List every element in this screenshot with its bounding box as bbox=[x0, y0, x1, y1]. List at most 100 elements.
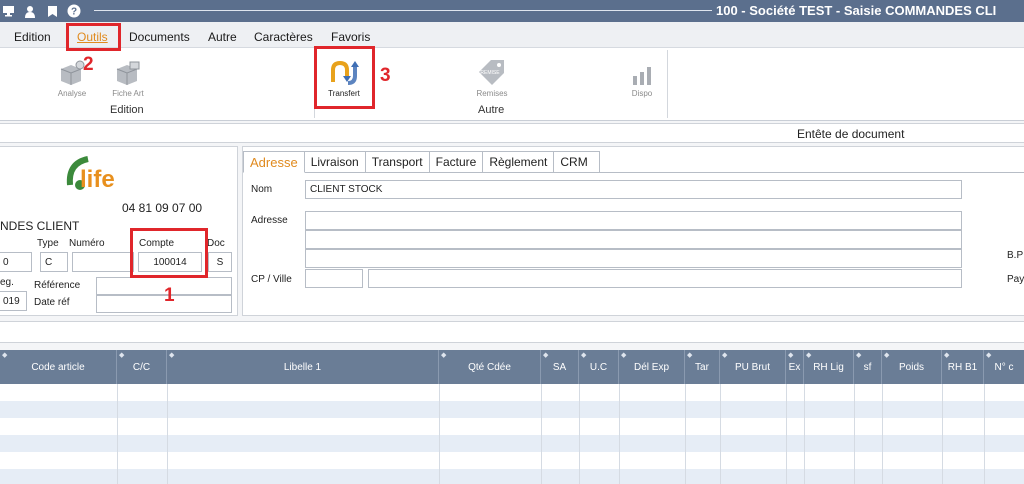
table-row[interactable] bbox=[0, 384, 1024, 401]
numero-label: Numéro bbox=[69, 238, 105, 249]
table-row[interactable] bbox=[0, 418, 1024, 435]
help-icon[interactable]: ? bbox=[66, 3, 82, 19]
field-first[interactable]: 0 bbox=[0, 252, 32, 272]
monitor-icon[interactable] bbox=[0, 3, 16, 19]
tag-icon: REMISE bbox=[476, 56, 508, 86]
type-field[interactable]: C bbox=[40, 252, 68, 272]
adresse-line-3[interactable] bbox=[305, 249, 962, 268]
sort-icon: ◆ bbox=[543, 352, 549, 359]
col-tar[interactable]: ◆ Tar bbox=[685, 350, 720, 384]
sort-icon: ◆ bbox=[621, 352, 627, 359]
tab-crm[interactable]: CRM bbox=[554, 151, 601, 173]
tab-reglement[interactable]: Règlement bbox=[483, 151, 555, 173]
adresse-line-2[interactable] bbox=[305, 230, 962, 249]
svg-text:REMISE: REMISE bbox=[480, 70, 500, 76]
col-numero[interactable]: ◆ N° c bbox=[984, 350, 1024, 384]
ville-field[interactable] bbox=[368, 269, 962, 288]
dispo-button[interactable]: Dispo bbox=[610, 56, 674, 98]
table-row[interactable] bbox=[0, 452, 1024, 469]
transfert-label: Transfert bbox=[328, 89, 360, 98]
document-header-title: Entête de document bbox=[797, 127, 905, 141]
address-panel: Adresse Livraison Transport Facture Règl… bbox=[242, 146, 1024, 316]
nom-field[interactable]: CLIENT STOCK bbox=[305, 180, 962, 199]
company-phone: 04 81 09 07 00 bbox=[122, 201, 203, 215]
title-bar: ? 100 - Société TEST - Saisie COMMANDES … bbox=[0, 0, 1024, 22]
table-row[interactable] bbox=[0, 401, 1024, 418]
col-cc[interactable]: ◆ C/C bbox=[117, 350, 167, 384]
sort-icon: ◆ bbox=[2, 352, 8, 359]
col-rh-lig[interactable]: ◆ RH Lig bbox=[804, 350, 854, 384]
bp-label: B.P bbox=[1007, 250, 1024, 261]
fiche-art-button[interactable]: Fiche Art bbox=[96, 56, 160, 98]
group-edition-label: Edition bbox=[110, 104, 144, 116]
doc-field[interactable]: S bbox=[208, 252, 232, 272]
col-label: RH B1 bbox=[947, 361, 978, 373]
sort-icon: ◆ bbox=[581, 352, 587, 359]
col-sf[interactable]: ◆ sf bbox=[854, 350, 882, 384]
cp-field[interactable] bbox=[305, 269, 363, 288]
group-autre-label: Autre bbox=[478, 104, 505, 116]
tab-livraison[interactable]: Livraison bbox=[304, 151, 366, 173]
menu-favoris[interactable]: Favoris bbox=[331, 30, 370, 44]
col-label: Tar bbox=[695, 361, 709, 373]
logo-text: life bbox=[80, 166, 115, 193]
sort-icon: ◆ bbox=[788, 352, 794, 359]
annotation-number-1: 1 bbox=[164, 285, 175, 306]
grid-column-divider bbox=[804, 384, 805, 484]
tab-facture[interactable]: Facture bbox=[429, 151, 484, 173]
col-rh-b1[interactable]: ◆ RH B1 bbox=[942, 350, 984, 384]
sort-icon: ◆ bbox=[884, 352, 890, 359]
analyse-button[interactable]: Analyse bbox=[40, 56, 104, 98]
col-qte-cdee[interactable]: ◆ Qté Cdée bbox=[439, 350, 541, 384]
col-libelle[interactable]: ◆ Libelle 1 bbox=[167, 350, 439, 384]
col-label: U.C bbox=[589, 361, 608, 373]
bar-chart-icon bbox=[626, 56, 658, 86]
tab-adresse[interactable]: Adresse bbox=[243, 151, 305, 173]
compte-field[interactable]: 100014 bbox=[138, 252, 202, 272]
document-type-title: NDES CLIENT bbox=[0, 219, 80, 233]
menu-autre[interactable]: Autre bbox=[208, 30, 237, 44]
grid-column-divider bbox=[541, 384, 542, 484]
col-label: Code article bbox=[31, 361, 85, 373]
date-field[interactable]: 019 bbox=[0, 291, 27, 311]
col-del-exp[interactable]: ◆ Dél Exp bbox=[619, 350, 685, 384]
tab-transport[interactable]: Transport bbox=[365, 151, 430, 173]
app-window: ? 100 - Société TEST - Saisie COMMANDES … bbox=[0, 0, 1024, 484]
reg-label: eg. bbox=[0, 277, 14, 288]
col-ex[interactable]: ◆ Ex bbox=[786, 350, 804, 384]
col-pu-brut[interactable]: ◆ PU Brut bbox=[720, 350, 786, 384]
remises-button[interactable]: REMISE Remises bbox=[460, 56, 524, 98]
adresse-label: Adresse bbox=[251, 215, 288, 226]
company-logo: life bbox=[64, 151, 130, 197]
transfert-button[interactable]: Transfert bbox=[312, 56, 376, 98]
col-label: N° c bbox=[994, 361, 1014, 373]
numero-field[interactable] bbox=[72, 252, 134, 272]
reference-label: Référence bbox=[34, 280, 81, 291]
doc-label: Doc bbox=[207, 238, 225, 249]
menu-edition[interactable]: Edition bbox=[14, 30, 51, 44]
table-row[interactable] bbox=[0, 469, 1024, 484]
grid-column-divider bbox=[786, 384, 787, 484]
annotation-number-2: 2 bbox=[83, 54, 94, 75]
ribbon-separator bbox=[667, 50, 668, 118]
table-row[interactable] bbox=[0, 435, 1024, 452]
col-code-article[interactable]: ◆ Code article bbox=[0, 350, 117, 384]
adresse-line-1[interactable] bbox=[305, 211, 962, 230]
col-poids[interactable]: ◆ Poids bbox=[882, 350, 942, 384]
menu-outils[interactable]: Outils bbox=[77, 30, 108, 44]
col-sa[interactable]: ◆ SA bbox=[541, 350, 579, 384]
cp-ville-label: CP / Ville bbox=[251, 274, 292, 285]
col-uc[interactable]: ◆ U.C bbox=[579, 350, 619, 384]
user-icon[interactable] bbox=[22, 3, 38, 19]
grid-column-divider bbox=[685, 384, 686, 484]
menu-caracteres[interactable]: Caractères bbox=[254, 30, 313, 44]
col-label: Ex bbox=[788, 361, 801, 373]
menu-documents[interactable]: Documents bbox=[129, 30, 190, 44]
compte-label: Compte bbox=[139, 238, 175, 249]
col-label: Dél Exp bbox=[633, 361, 669, 373]
dispo-label: Dispo bbox=[631, 89, 653, 98]
bookmark-icon[interactable] bbox=[44, 3, 60, 19]
grid-column-divider bbox=[942, 384, 943, 484]
grid-column-divider bbox=[117, 384, 118, 484]
sort-icon: ◆ bbox=[722, 352, 728, 359]
